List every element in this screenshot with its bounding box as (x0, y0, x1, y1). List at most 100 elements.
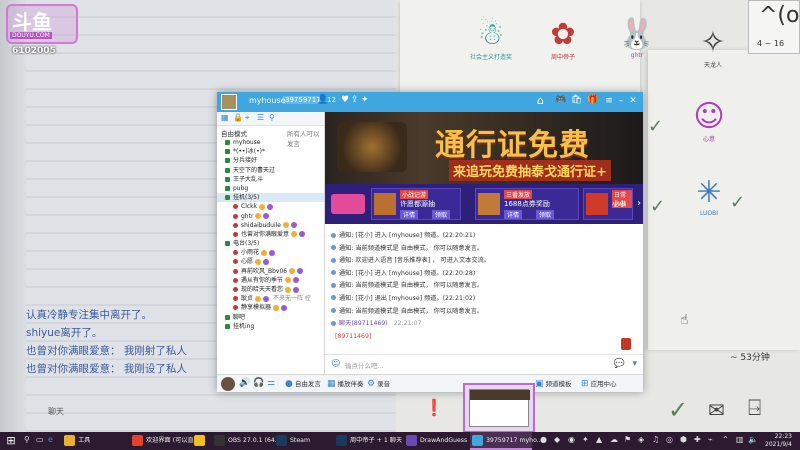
promo-banner[interactable]: 通行证免费 来追玩免费抽泰戈通行证+ (325, 112, 643, 184)
taskbar-app-button[interactable]: 欢迎界面 (可以直接... (130, 432, 206, 450)
share-icon[interactable]: ⇪ (351, 95, 359, 105)
member-item[interactable]: shidaibuduile (217, 221, 324, 230)
channel-item[interactable]: 聊吧 (217, 313, 324, 322)
member-item[interactable]: 也曾对你满眼爱意 (217, 230, 324, 239)
list-icon[interactable]: ☰ (257, 113, 264, 122)
channel-item[interactable]: myhouse (217, 138, 324, 147)
channel-avatar[interactable] (221, 94, 237, 110)
user-status-icon (233, 277, 238, 283)
user-status-icon (233, 305, 238, 311)
taskbar-app-button[interactable]: OBS 27.0.1 (64... (212, 432, 281, 450)
card-claim-button[interactable]: 领取 (432, 210, 451, 219)
member-item[interactable]: 小雨花 (217, 248, 324, 257)
lock-icon[interactable]: 🔒 (233, 113, 243, 122)
taskbar-app-button[interactable] (192, 432, 210, 450)
favorite-icon[interactable]: ♥ (341, 95, 349, 105)
channel-item[interactable]: 分兵接好 (217, 156, 324, 165)
settings-icon[interactable]: ✦ (361, 95, 369, 105)
tray-chevron-icon[interactable]: ⌃ (722, 435, 729, 444)
chat-message: 通知: 当前频道模式是 自由模式， 你可以随意发言。 (325, 280, 643, 293)
badge-icon (285, 277, 292, 284)
minimize-button[interactable]: – (615, 94, 627, 108)
promo-badge-icon[interactable] (331, 194, 365, 214)
channel-template-button[interactable]: ▣ 频道模板 (535, 378, 572, 389)
tray-app-icon[interactable]: ◎ (666, 435, 673, 444)
member-item[interactable]: ghtr (217, 212, 324, 221)
channel-item[interactable]: 挂机(3/5) (217, 193, 324, 203)
emoji-icon[interactable]: ☺ (331, 359, 340, 369)
member-item[interactable]: 现的哈天天看您 (217, 285, 324, 294)
shop-icon[interactable]: 🛍 (571, 95, 582, 105)
notice-icon (331, 232, 336, 238)
chevron-right-icon[interactable]: › (637, 198, 641, 209)
volume-icon[interactable]: 🔈 (748, 435, 758, 444)
taskbar-preview[interactable] (463, 383, 535, 433)
promo-card[interactable]: 日常必做 小小 详情 领取 (583, 188, 633, 220)
channel-item[interactable]: 挂机ing (217, 322, 324, 331)
tray-app-icon[interactable]: ⬢ (680, 435, 687, 444)
taskbar-app-button[interactable]: 工具 (62, 432, 126, 450)
member-item[interactable]: Clckk (217, 202, 324, 211)
taskbar-app-button[interactable]: 39759717 myho... (470, 432, 543, 450)
tray-app-icon[interactable]: ◉ (568, 435, 575, 444)
tray-app-icon[interactable]: ✚ (694, 435, 701, 444)
channel-item[interactable]: pubg (217, 184, 324, 193)
tray-app-icon[interactable]: ◆ (554, 435, 560, 444)
taskbar-app-button[interactable]: DrawAndGuess (404, 432, 468, 450)
microphone-icon[interactable] (621, 338, 631, 350)
windows-start-icon[interactable]: ⊞ (4, 434, 18, 448)
headphone-icon[interactable]: 🎧 (253, 378, 266, 388)
channel-item[interactable]: 电台(3/5) (217, 239, 324, 248)
tray-app-icon[interactable]: ⚑ (624, 435, 631, 444)
member-item[interactable]: 心愿 (217, 257, 324, 266)
game-icon[interactable]: 🎮 (555, 95, 566, 105)
tray-app-icon[interactable]: ⌁ (708, 435, 713, 444)
channel-icon[interactable]: ▦ (221, 113, 229, 122)
channel-item[interactable]: 天空下的曹天过 (217, 166, 324, 175)
search-icon[interactable]: ⚲ (24, 435, 30, 444)
speaker-icon[interactable]: 🔊 (239, 378, 252, 388)
tray-app-icon[interactable]: ▲ (596, 435, 602, 444)
card-detail-button[interactable]: 详情 (504, 210, 523, 219)
search-icon[interactable]: ⚲ (269, 113, 275, 122)
system-clock[interactable]: 22:23 2021/9/4 (765, 433, 792, 449)
member-item[interactable]: 再前吹风_Bbv06 (217, 267, 324, 276)
taskbar-app-button[interactable]: Steam (274, 432, 332, 450)
play-accompaniment-button[interactable]: ▦ 播放伴奏 (327, 378, 364, 389)
promo-card[interactable]: 小战记游 许愿都源抽 详情 领取 (371, 188, 461, 220)
member-item[interactable]: 遇从有你的季节 (217, 276, 324, 285)
edge-browser-icon[interactable]: e (48, 435, 53, 444)
mode-label[interactable]: 自由模式 (221, 128, 247, 138)
promo-card[interactable]: 三番发放 1688点券奖励 详情 领取 (475, 188, 579, 220)
window-titlebar[interactable]: myhouse 39759717 👤 12 ♥ ⇪ ✦ ⌂ 🎮 🛍 🎁 ≡ – … (217, 92, 643, 112)
chat-bubble-icon[interactable]: 💬 (614, 359, 625, 369)
card-detail-button[interactable]: 详情 (400, 210, 419, 219)
equalizer-icon[interactable]: ⚌ (267, 378, 277, 388)
task-view-icon[interactable]: ▭ (36, 435, 44, 444)
message-input[interactable]: 输点什么吧... (345, 360, 384, 370)
channel-item[interactable]: *(••)冰(•)* (217, 147, 324, 156)
location-icon[interactable]: ⌖ (245, 113, 250, 123)
note-card-range: 4 ~ 16 (757, 39, 785, 48)
tray-app-icon[interactable]: ✦ (582, 435, 589, 444)
channel-item[interactable]: 王子大乱斗 (217, 175, 324, 184)
card-claim-button[interactable]: 领取 (536, 210, 555, 219)
tray-app-icon[interactable]: ♫ (652, 435, 659, 444)
chevron-down-icon[interactable]: ▾ (632, 359, 637, 369)
free-speak-button[interactable]: ● 自由发言 (285, 378, 321, 389)
close-button[interactable]: ✕ (627, 94, 639, 108)
tray-app-icon[interactable]: ◈ (638, 435, 644, 444)
menu-icon[interactable]: ≡ (603, 94, 615, 108)
app-center-button[interactable]: ⊞ 应用中心 (581, 378, 617, 389)
user-avatar[interactable] (221, 377, 235, 391)
taskbar-app-button[interactable]: 周中帝子 + 1 聊天 (334, 432, 402, 450)
member-item[interactable]: 耿贞 不来无一阵 控 (217, 294, 324, 303)
gift-icon[interactable]: 🎁 (587, 95, 598, 105)
message-text: 聊天(89711469) (339, 320, 388, 328)
tray-app-icon[interactable]: ☁ (610, 435, 618, 444)
tray-app-icon[interactable]: ● (540, 435, 547, 444)
home-icon[interactable]: ⌂ (537, 94, 544, 107)
record-button[interactable]: ⚙ 录音 (367, 378, 390, 389)
member-item[interactable]: 静享模拟器 (217, 303, 324, 312)
network-icon[interactable]: ▥ (736, 435, 744, 444)
